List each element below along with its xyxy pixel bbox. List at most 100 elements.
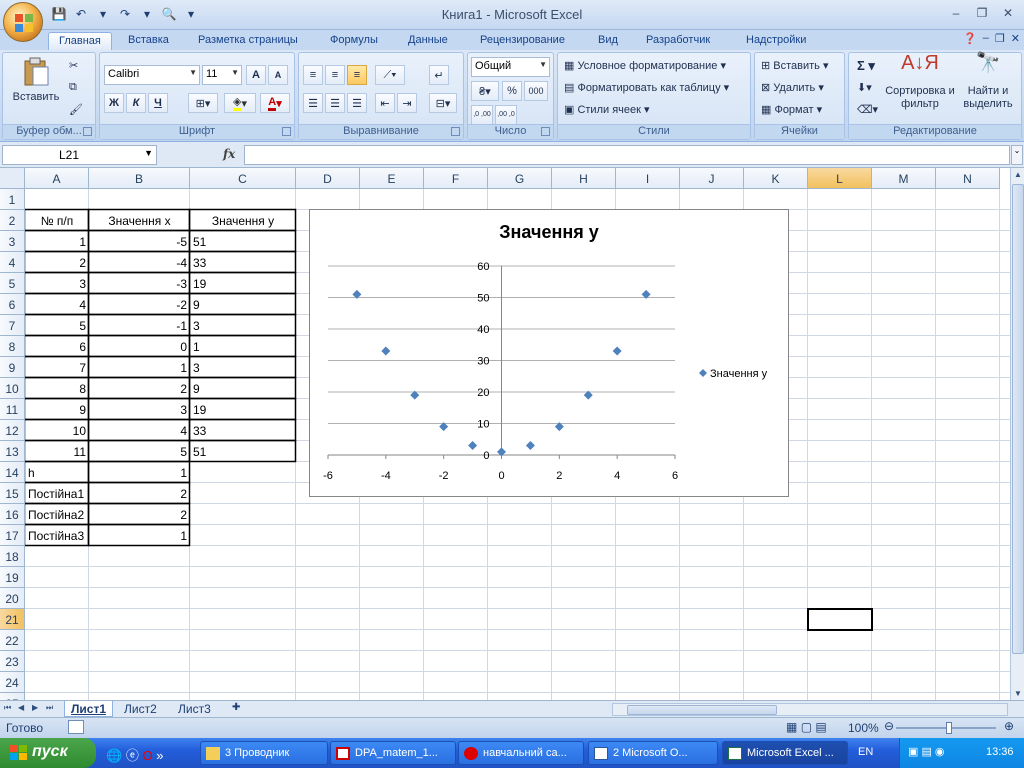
column-header-L[interactable]: L: [808, 168, 872, 189]
cell-A2[interactable]: № п/п: [25, 210, 89, 231]
cell-B16[interactable]: 2: [89, 504, 190, 525]
data-point[interactable]: [612, 346, 622, 356]
cell-B4[interactable]: -4: [89, 252, 190, 273]
column-header-N[interactable]: N: [936, 168, 1000, 189]
tab-review[interactable]: Рецензирование: [470, 32, 575, 50]
align-top-button[interactable]: ≡: [303, 65, 323, 85]
cell-A6[interactable]: 4: [25, 294, 89, 315]
prev-sheet-icon[interactable]: ◀: [18, 703, 24, 712]
restore-icon[interactable]: ❐: [970, 4, 994, 22]
tab-insert[interactable]: Вставка: [118, 32, 179, 50]
grow-font-button[interactable]: A: [246, 65, 266, 85]
wrap-text-button[interactable]: ↵: [429, 65, 449, 85]
row-header-24[interactable]: 24: [0, 672, 25, 693]
row-header-2[interactable]: 2: [0, 210, 25, 231]
select-all-corner[interactable]: [0, 168, 25, 189]
zoom-in-icon[interactable]: ⊕: [1004, 719, 1014, 733]
cell-C4[interactable]: 33: [190, 252, 296, 273]
row-header-8[interactable]: 8: [0, 336, 25, 357]
cut-icon[interactable]: ✂: [69, 59, 78, 72]
normal-view-icon[interactable]: ▦: [786, 720, 797, 734]
column-header-I[interactable]: I: [616, 168, 680, 189]
font-size-select[interactable]: 11 ▼: [202, 65, 242, 85]
cell-B15[interactable]: 2: [89, 483, 190, 504]
row-header-19[interactable]: 19: [0, 567, 25, 588]
cell-B13[interactable]: 5: [89, 441, 190, 462]
currency-button[interactable]: ₴▾: [471, 81, 499, 101]
page-break-view-icon[interactable]: ▤: [815, 720, 826, 734]
help-icon[interactable]: ❓: [963, 32, 977, 45]
insert-function-icon[interactable]: fx: [223, 147, 235, 161]
cell-C7[interactable]: 3: [190, 315, 296, 336]
first-sheet-icon[interactable]: ⏮: [4, 703, 11, 713]
cell-A7[interactable]: 5: [25, 315, 89, 336]
find-select-button[interactable]: 🔭 Найти и выделить: [957, 53, 1019, 111]
cell-C11[interactable]: 19: [190, 399, 296, 420]
align-bottom-button[interactable]: ≡: [347, 65, 367, 85]
font-color-button[interactable]: A ▾: [260, 93, 290, 113]
cell-B14[interactable]: 1: [89, 462, 190, 483]
insert-sheet-icon[interactable]: ✚: [226, 701, 246, 717]
cell-B8[interactable]: 0: [89, 336, 190, 357]
row-header-4[interactable]: 4: [0, 252, 25, 273]
row-header-10[interactable]: 10: [0, 378, 25, 399]
underline-button[interactable]: Ч: [148, 93, 168, 113]
column-header-M[interactable]: M: [872, 168, 936, 189]
cell-A15[interactable]: Постійна1: [25, 483, 89, 504]
row-header-7[interactable]: 7: [0, 315, 25, 336]
format-as-table-button[interactable]: ▤ Форматировать как таблицу ▾: [564, 81, 729, 94]
cell-B7[interactable]: -1: [89, 315, 190, 336]
scroll-up-icon[interactable]: ▲: [1014, 170, 1022, 179]
column-header-K[interactable]: K: [744, 168, 808, 189]
cell-B6[interactable]: -2: [89, 294, 190, 315]
worksheet-grid[interactable]: A B C D E F G H I J K L M N 1 2 3 4 5 6 7 8 9 10 11 12 13 14 15 16 17 1…: [0, 168, 1010, 700]
dialog-launcher-icon[interactable]: [451, 127, 460, 136]
cell-B17[interactable]: 1: [89, 525, 190, 546]
row-header-20[interactable]: 20: [0, 588, 25, 609]
scatter-chart[interactable]: Значення y 0 10 20 30 40 50 60 -6 -4 -2 0 2 4 6 Значен…: [309, 209, 789, 497]
last-sheet-icon[interactable]: ⏭: [46, 703, 53, 713]
cell-A5[interactable]: 3: [25, 273, 89, 294]
task-word[interactable]: 2 Microsoft O...: [588, 741, 718, 765]
zoom-level[interactable]: 100%: [848, 721, 879, 735]
column-header-G[interactable]: G: [488, 168, 552, 189]
row-header-14[interactable]: 14: [0, 462, 25, 483]
row-header-11[interactable]: 11: [0, 399, 25, 420]
horizontal-scroll-thumb[interactable]: [627, 705, 777, 715]
cell-B5[interactable]: -3: [89, 273, 190, 294]
office-button[interactable]: [3, 2, 43, 42]
decrease-indent-button[interactable]: ⇤: [375, 93, 395, 113]
cell-B11[interactable]: 3: [89, 399, 190, 420]
align-right-button[interactable]: ☰: [347, 93, 367, 113]
row-header-13[interactable]: 13: [0, 441, 25, 462]
macro-record-icon[interactable]: [68, 720, 84, 734]
autosum-button[interactable]: Σ ▾: [857, 58, 875, 74]
cell-C13[interactable]: 51: [190, 441, 296, 462]
data-point[interactable]: [468, 441, 478, 451]
sort-filter-button[interactable]: A↓Я Сортировка и фильтр: [885, 53, 955, 111]
tab-developer[interactable]: Разработчик: [636, 32, 720, 50]
tab-formulas[interactable]: Формулы: [320, 32, 388, 50]
formula-input[interactable]: [244, 145, 1010, 165]
cell-B10[interactable]: 2: [89, 378, 190, 399]
page-layout-view-icon[interactable]: ▢: [801, 720, 812, 734]
paste-button[interactable]: Вставить: [11, 57, 61, 104]
merge-center-button[interactable]: ⊟▾: [429, 93, 457, 113]
close-icon[interactable]: ✕: [996, 4, 1020, 22]
horizontal-scrollbar[interactable]: [612, 703, 1008, 716]
tab-view[interactable]: Вид: [588, 32, 628, 50]
column-header-D[interactable]: D: [296, 168, 360, 189]
zoom-slider[interactable]: [896, 722, 996, 734]
restore-icon[interactable]: ❐: [995, 32, 1005, 45]
cell-C10[interactable]: 9: [190, 378, 296, 399]
media-icon[interactable]: 🌐: [106, 748, 122, 763]
cell-A14[interactable]: h: [25, 462, 89, 483]
thousands-button[interactable]: 000: [524, 81, 548, 101]
cell-C3[interactable]: 51: [190, 231, 296, 252]
start-button[interactable]: пуск: [0, 738, 96, 768]
cell-C8[interactable]: 1: [190, 336, 296, 357]
row-header-3[interactable]: 3: [0, 231, 25, 252]
minimize-icon[interactable]: –: [983, 32, 989, 45]
fill-color-button[interactable]: ◈ ▾: [224, 93, 256, 113]
italic-button[interactable]: К: [126, 93, 146, 113]
